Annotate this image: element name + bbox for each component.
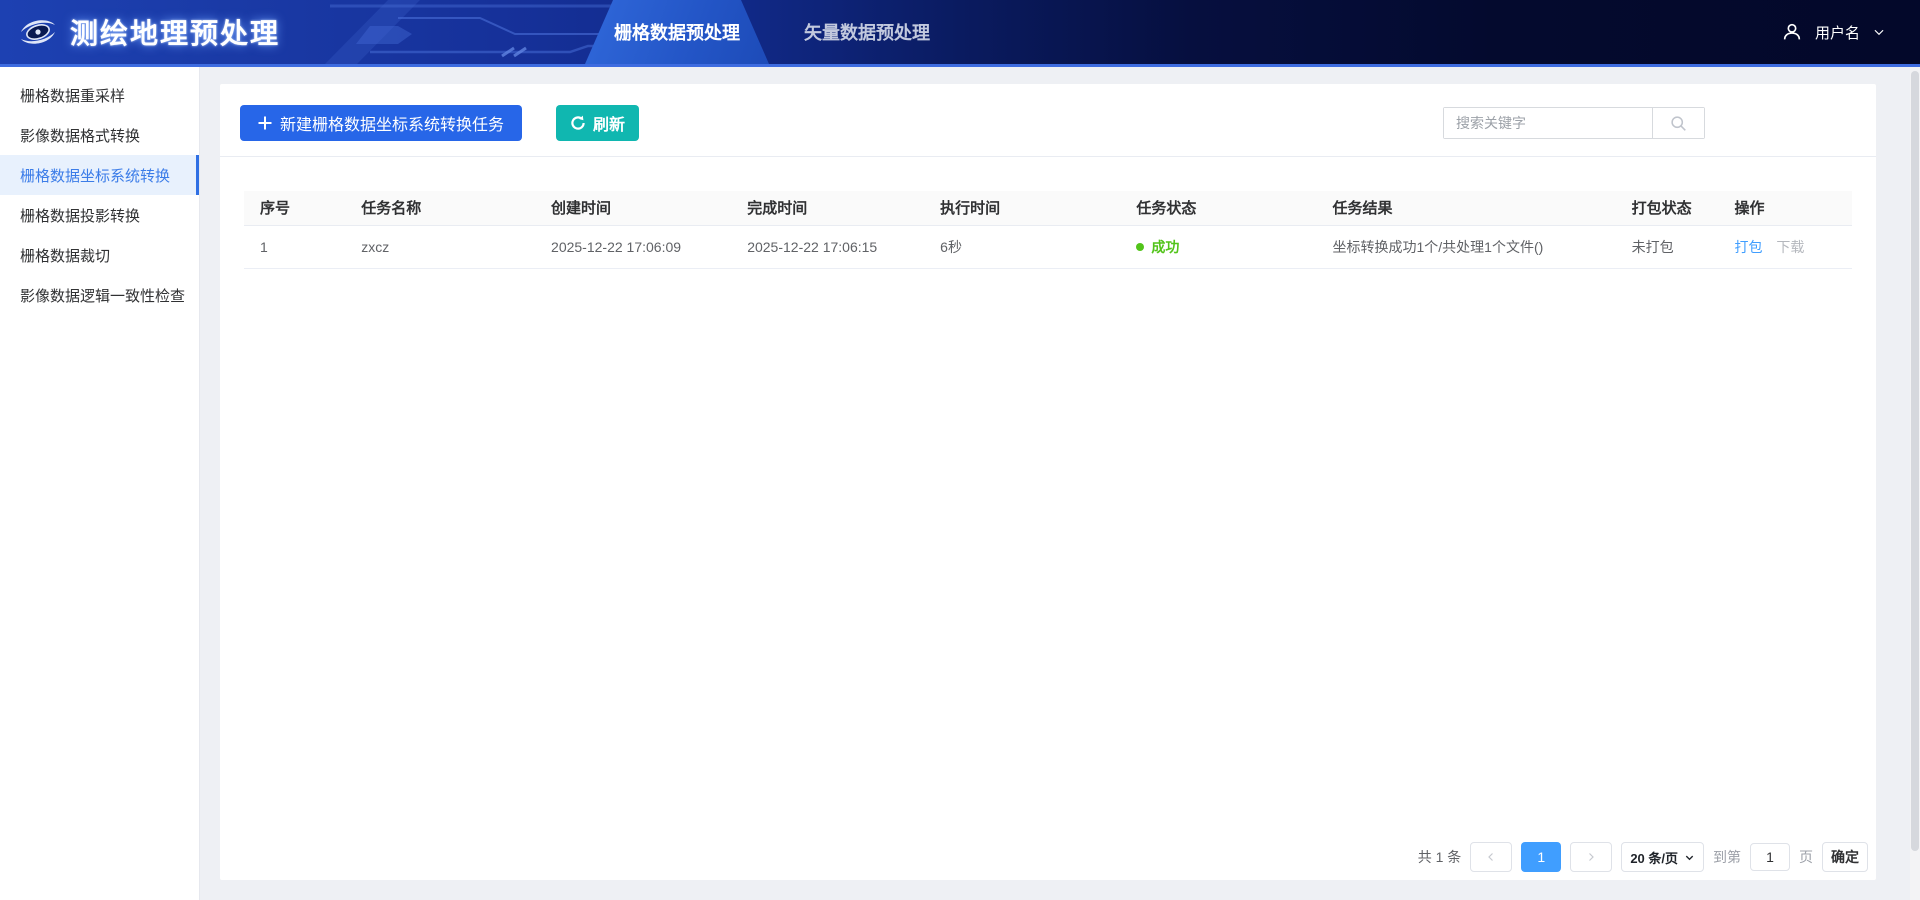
user-icon [1781, 21, 1803, 43]
top-tabs: 栅格数据预处理 矢量数据预处理 [585, 0, 947, 64]
cell-package-status: 未打包 [1616, 225, 1719, 268]
new-task-button[interactable]: 新建栅格数据坐标系统转换任务 [240, 105, 522, 141]
search-box [1443, 107, 1705, 139]
col-finished-at: 完成时间 [731, 191, 924, 225]
col-index: 序号 [244, 191, 345, 225]
page-size-select[interactable]: 20 条/页 [1621, 842, 1704, 872]
chevron-down-icon [1872, 25, 1886, 39]
sidebar: 栅格数据重采样 影像数据格式转换 栅格数据坐标系统转换 栅格数据投影转换 栅格数… [0, 67, 200, 900]
sidebar-item-label: 栅格数据重采样 [20, 85, 125, 106]
col-package-status: 打包状态 [1616, 191, 1719, 225]
search-input[interactable] [1444, 108, 1652, 138]
page-size-value: 20 条/页 [1630, 848, 1678, 867]
sidebar-item-raster-clip[interactable]: 栅格数据裁切 [0, 235, 199, 275]
goto-confirm-button[interactable]: 确定 [1822, 842, 1868, 872]
app-logo: 测绘地理预处理 [18, 0, 280, 64]
col-task-name: 任务名称 [345, 191, 535, 225]
refresh-icon [570, 115, 586, 131]
new-task-label: 新建栅格数据坐标系统转换任务 [280, 111, 504, 135]
sidebar-item-raster-resample[interactable]: 栅格数据重采样 [0, 75, 199, 115]
tab-raster-preprocess[interactable]: 栅格数据预处理 [585, 0, 769, 64]
sidebar-item-raster-coord-convert[interactable]: 栅格数据坐标系统转换 [0, 155, 199, 195]
cell-index: 1 [244, 225, 345, 268]
cell-actions: 打包 下载 [1718, 225, 1852, 268]
tab-label: 矢量数据预处理 [804, 19, 930, 45]
goto-suffix: 页 [1799, 847, 1813, 867]
col-status: 任务状态 [1120, 191, 1316, 225]
app-title: 测绘地理预处理 [70, 12, 280, 52]
globe-orbit-logo-icon [18, 12, 58, 52]
sidebar-item-raster-projection-convert[interactable]: 栅格数据投影转换 [0, 195, 199, 235]
cell-finished-at: 2025-12-22 17:06:15 [731, 225, 924, 268]
sidebar-item-label: 影像数据逻辑一致性检查 [20, 285, 185, 306]
sidebar-item-label: 栅格数据裁切 [20, 245, 110, 266]
chevron-right-icon [1585, 851, 1597, 863]
prev-page-button[interactable] [1470, 842, 1512, 872]
pagination: 共 1 条 1 20 条/页 到第 页 确定 [1418, 842, 1868, 872]
toolbar: 新建栅格数据坐标系统转换任务 刷新 [220, 84, 1876, 157]
package-link[interactable]: 打包 [1734, 239, 1762, 255]
pagination-total: 共 1 条 [1418, 847, 1462, 867]
download-link[interactable]: 下载 [1776, 239, 1804, 255]
tab-label: 栅格数据预处理 [614, 19, 740, 45]
col-duration: 执行时间 [924, 191, 1120, 225]
cell-result: 坐标转换成功1个/共处理1个文件() [1317, 225, 1616, 268]
vertical-scrollbar[interactable] [1910, 67, 1920, 900]
col-actions: 操作 [1718, 191, 1852, 225]
chevron-down-icon [1684, 852, 1695, 863]
col-created-at: 创建时间 [535, 191, 731, 225]
next-page-button[interactable] [1570, 842, 1612, 872]
tab-vector-preprocess[interactable]: 矢量数据预处理 [787, 0, 947, 64]
plus-icon [258, 116, 272, 130]
table-row: 1 zxcz 2025-12-22 17:06:09 2025-12-22 17… [244, 225, 1852, 268]
scrollbar-thumb[interactable] [1911, 71, 1919, 851]
sidebar-item-label: 影像数据格式转换 [20, 125, 140, 146]
sidebar-item-logic-consistency-check[interactable]: 影像数据逻辑一致性检查 [0, 275, 199, 315]
cell-duration: 6秒 [924, 225, 1120, 268]
col-result: 任务结果 [1317, 191, 1616, 225]
search-button[interactable] [1652, 108, 1704, 138]
content-card: 新建栅格数据坐标系统转换任务 刷新 [220, 84, 1876, 880]
cell-created-at: 2025-12-22 17:06:09 [535, 225, 731, 268]
refresh-button[interactable]: 刷新 [556, 105, 639, 141]
task-table: 序号 任务名称 创建时间 完成时间 执行时间 任务状态 任务结果 打包状态 操作… [244, 191, 1852, 269]
refresh-label: 刷新 [593, 111, 625, 135]
status-badge: 成功 [1151, 237, 1179, 257]
page-number-button[interactable]: 1 [1521, 842, 1561, 872]
cell-task-name: zxcz [345, 225, 535, 268]
search-icon [1670, 115, 1687, 132]
sidebar-item-image-format-convert[interactable]: 影像数据格式转换 [0, 115, 199, 155]
goto-page-input[interactable] [1750, 843, 1790, 871]
sidebar-item-label: 栅格数据坐标系统转换 [20, 165, 170, 186]
table-header-row: 序号 任务名称 创建时间 完成时间 执行时间 任务状态 任务结果 打包状态 操作 [244, 191, 1852, 225]
cell-status: 成功 [1120, 225, 1316, 268]
user-name: 用户名 [1815, 22, 1860, 43]
goto-prefix: 到第 [1713, 847, 1741, 867]
sidebar-item-label: 栅格数据投影转换 [20, 205, 140, 226]
app-header: 测绘地理预处理 栅格数据预处理 矢量数据预处理 用户名 [0, 0, 1920, 67]
chevron-left-icon [1485, 851, 1497, 863]
user-menu[interactable]: 用户名 [1781, 0, 1886, 64]
status-dot-icon [1136, 243, 1144, 251]
